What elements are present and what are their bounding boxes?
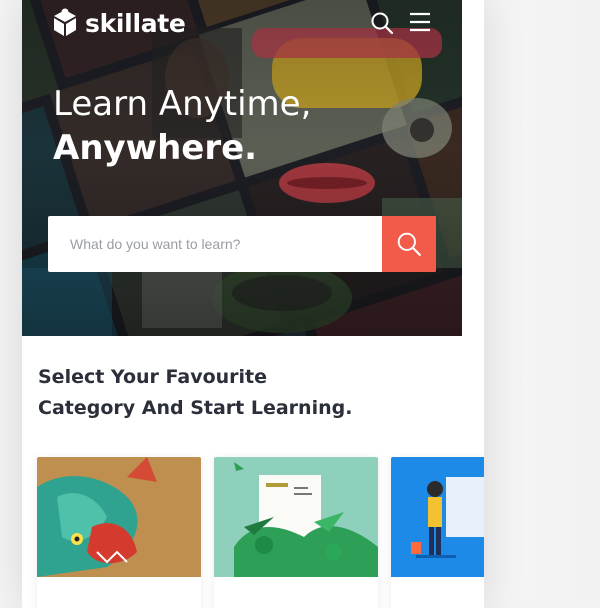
search-icon[interactable] xyxy=(370,11,394,35)
brand-name: skillate xyxy=(85,8,186,38)
mobile-screen: skillate Learn Anytime, Anywhere. What d… xyxy=(22,0,484,608)
hero-headline: Learn Anytime, Anywhere. xyxy=(53,82,311,170)
logo-cube-icon xyxy=(54,8,76,36)
card-body xyxy=(214,577,378,608)
search-input[interactable] xyxy=(48,216,382,272)
hero-banner: skillate Learn Anytime, Anywhere. xyxy=(22,0,462,336)
category-card[interactable] xyxy=(391,457,484,608)
category-heading-bold: Category xyxy=(38,397,136,419)
category-heading-rest: And Start Learning. xyxy=(135,397,353,419)
category-card[interactable] xyxy=(37,457,201,608)
category-heading: Select Your Favourite Category And Start… xyxy=(38,362,352,424)
card-image-illustration xyxy=(391,457,484,577)
card-image-book xyxy=(214,457,378,577)
card-body xyxy=(391,577,484,608)
headline-line-1: Learn Anytime, xyxy=(53,84,312,124)
category-heading-line-1: Select Your Favourite xyxy=(38,366,268,388)
category-carousel xyxy=(37,457,484,608)
search-button-icon xyxy=(397,232,421,256)
search-button[interactable] xyxy=(382,216,436,272)
brand-logo[interactable]: skillate xyxy=(52,6,186,40)
hamburger-menu-icon[interactable] xyxy=(408,10,432,34)
course-search-bar xyxy=(48,216,436,272)
card-body xyxy=(37,577,201,608)
card-image-dragon xyxy=(37,457,201,577)
headline-line-2: Anywhere. xyxy=(53,128,258,168)
category-card[interactable] xyxy=(214,457,378,608)
top-navbar: skillate xyxy=(22,0,462,46)
